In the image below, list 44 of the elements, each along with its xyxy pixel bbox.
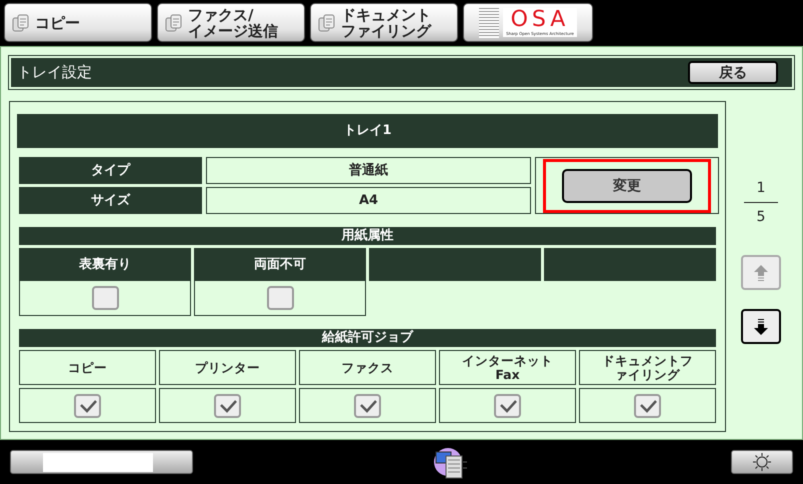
checkbox[interactable] bbox=[214, 394, 241, 418]
mode-tab[interactable]: ドキュメント ファイリング bbox=[310, 3, 458, 42]
check-icon bbox=[498, 398, 518, 412]
property-label: タイプ bbox=[19, 157, 202, 184]
logo-text: OSA bbox=[510, 9, 570, 31]
page-total: 5 bbox=[756, 209, 766, 225]
checkbox[interactable] bbox=[634, 394, 661, 418]
checkbox[interactable] bbox=[494, 394, 521, 418]
change-button[interactable]: 変更 bbox=[562, 168, 692, 202]
checkbox[interactable] bbox=[92, 286, 118, 310]
document-icon bbox=[317, 12, 337, 32]
down-arrow-icon bbox=[753, 318, 769, 336]
checkbox[interactable] bbox=[266, 286, 294, 310]
column-header: 両面不可 bbox=[194, 248, 366, 281]
column-header: インターネット Fax bbox=[439, 350, 576, 385]
column-header: プリンター bbox=[159, 350, 296, 385]
screen-title: トレイ設定 bbox=[17, 63, 92, 82]
checkbox[interactable] bbox=[354, 394, 381, 418]
property-value: A4 bbox=[206, 187, 531, 214]
brightness-button[interactable] bbox=[731, 450, 793, 474]
page-number: 1 bbox=[756, 180, 766, 196]
sun-icon bbox=[752, 452, 772, 472]
column-header: ドキュメントフ ァイリング bbox=[579, 350, 716, 385]
check-icon bbox=[78, 398, 98, 412]
section-header: 給紙許可ジョブ bbox=[19, 329, 716, 347]
mode-tab[interactable]: コピー bbox=[4, 3, 152, 42]
column-header: 表裏有り bbox=[19, 248, 191, 281]
property-label: サイズ bbox=[19, 187, 202, 214]
section-header: 用紙属性 bbox=[19, 227, 716, 245]
document-icon bbox=[164, 12, 184, 32]
back-button[interactable]: 戻る bbox=[688, 61, 778, 84]
tray-title: トレイ1 bbox=[17, 114, 718, 148]
document-icon bbox=[11, 12, 31, 32]
mode-tab[interactable]: ファクス/ イメージ送信 bbox=[157, 3, 305, 42]
checkbox[interactable] bbox=[74, 394, 101, 418]
column-header: ファクス bbox=[299, 350, 436, 385]
up-arrow-icon bbox=[753, 264, 769, 282]
scroll-down-button[interactable] bbox=[741, 309, 781, 344]
status-button[interactable] bbox=[10, 450, 193, 474]
column-header: コピー bbox=[19, 350, 156, 385]
check-icon bbox=[638, 398, 658, 412]
check-icon bbox=[218, 398, 238, 412]
property-value: 普通紙 bbox=[206, 157, 531, 184]
check-icon bbox=[358, 398, 378, 412]
